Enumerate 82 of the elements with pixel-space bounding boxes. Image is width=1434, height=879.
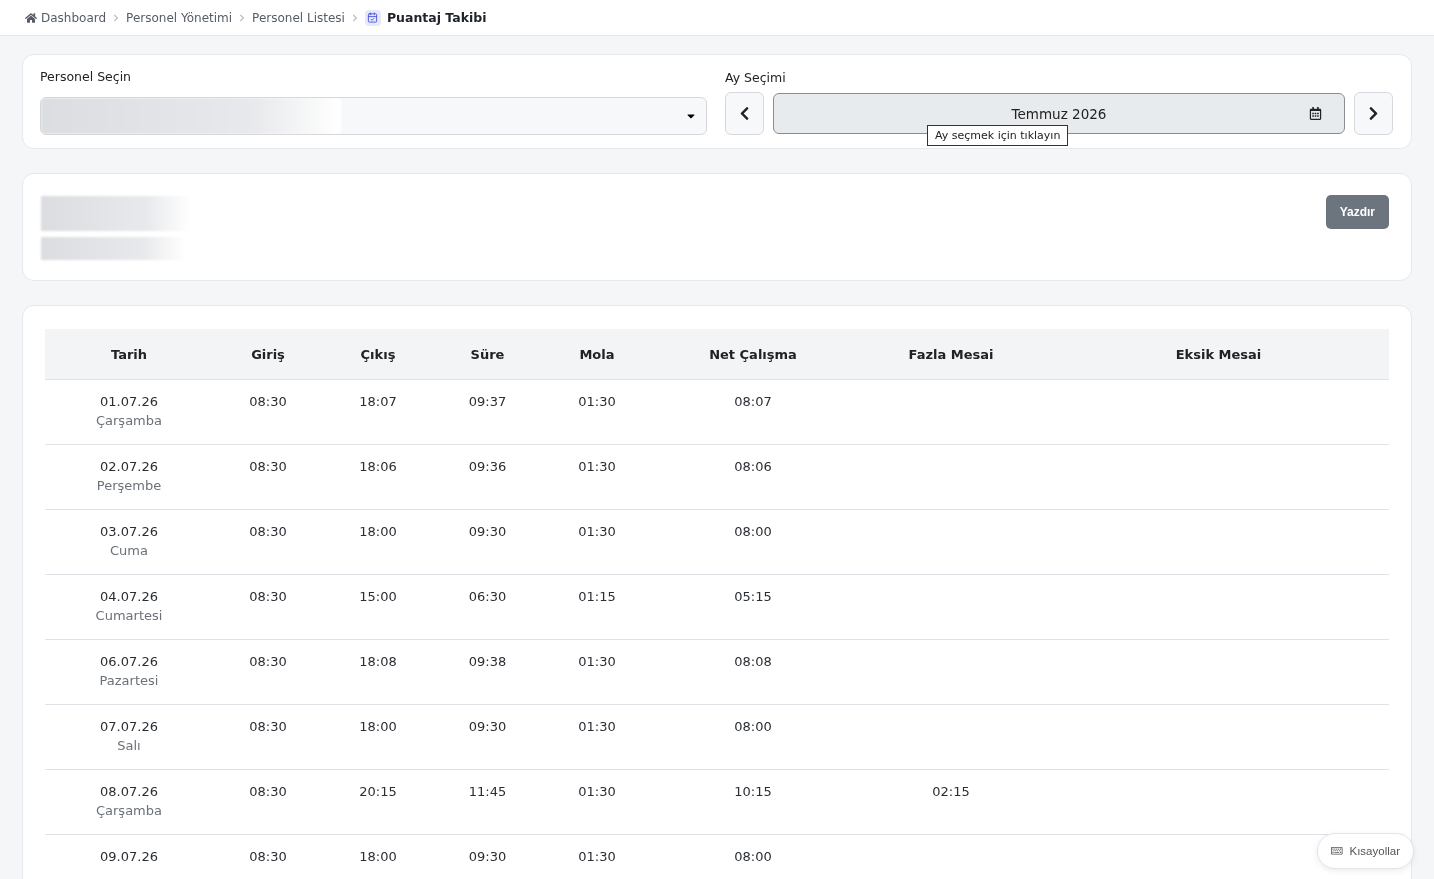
weekday-text: Pazartesi	[99, 673, 159, 688]
table-cell-text: 18:00	[358, 849, 398, 864]
table-cell-text: 08:30	[248, 589, 288, 604]
date-text: 06.07.26	[100, 654, 158, 669]
calendar-check-icon	[364, 9, 381, 26]
table-cell-text: 08:30	[248, 654, 288, 669]
table-cell-text: 09:37	[467, 394, 508, 409]
table-cell-text: 11:45	[467, 784, 508, 799]
table-cell-text: 09:30	[467, 849, 508, 864]
table-cell-text: 08:08	[733, 654, 773, 669]
table-cell-text: 09:30	[467, 524, 508, 539]
table-cell-text: 09:38	[467, 654, 508, 669]
column-header: Eksik Mesai	[1174, 346, 1263, 362]
table-cell-text: 08:00	[733, 719, 773, 734]
date-text: 07.07.26	[100, 719, 158, 734]
table-cell-text: 18:00	[358, 524, 398, 539]
breadcrumb-link[interactable]: Dashboard	[25, 10, 107, 25]
table-cell-text: 18:08	[358, 654, 398, 669]
table-cell-text: 18:00	[358, 719, 398, 734]
date-text: 02.07.26	[100, 459, 158, 474]
chevron-icon	[238, 13, 247, 22]
table-cell-text: 01:30	[577, 849, 617, 864]
table-cell-text: 02:15	[931, 784, 971, 799]
breadcrumb-link[interactable]: Personel Listesi	[252, 10, 345, 25]
keyboard-icon	[1331, 845, 1343, 857]
column-header: Fazla Mesai	[907, 346, 995, 362]
date-text: 01.07.26	[100, 394, 158, 409]
weekday-text: Cuma	[110, 543, 148, 558]
table-cell-text: 08:00	[733, 524, 773, 539]
field-label: Ay Seçimi	[725, 70, 787, 85]
table-cell-text: 08:30	[248, 719, 288, 734]
date-text: 03.07.26	[100, 524, 158, 539]
next-button[interactable]	[1354, 92, 1393, 135]
table-cell-text: 08:30	[248, 394, 288, 409]
breadcrumb-link[interactable]: Personel Yönetimi	[126, 10, 233, 25]
chevron-icon	[350, 13, 359, 22]
table-cell-text: 09:36	[467, 459, 508, 474]
table-cell-text: 01:30	[577, 394, 617, 409]
table-cell-text: 08:06	[733, 459, 773, 474]
table-cell-text: 18:07	[358, 394, 398, 409]
column-header: Giriş	[250, 346, 286, 362]
date-text: 04.07.26	[100, 589, 158, 604]
table-cell-text: 06:30	[467, 589, 508, 604]
column-header: Mola	[578, 346, 616, 362]
print-button[interactable]: Yazdır	[1325, 195, 1389, 229]
table-cell-text: 01:30	[577, 524, 617, 539]
weekday-text: Cumartesi	[95, 608, 163, 623]
chevron-icon	[112, 13, 121, 22]
table-cell-text: 05:15	[733, 589, 773, 604]
table-cell-text: 01:30	[577, 719, 617, 734]
table-cell-text: 09:30	[467, 719, 508, 734]
calendar-icon	[1309, 107, 1322, 120]
weekday-text: Perşembe	[96, 478, 162, 493]
table-cell-text: 10:15	[733, 784, 773, 799]
table-cell-text: 01:30	[577, 654, 617, 669]
date-text: 09.07.26	[100, 849, 158, 864]
weekday-text: Salı	[117, 738, 141, 753]
column-header: Tarih	[109, 346, 149, 362]
table-cell-text: 15:00	[358, 589, 398, 604]
tooltip: Ay seçmek için tıklayın	[927, 125, 1069, 146]
table-cell-text: 08:30	[248, 849, 288, 864]
home-icon	[25, 11, 37, 24]
field-label: Personel Seçin	[40, 69, 133, 84]
date-text: 08.07.26	[100, 784, 158, 799]
breadcrumb-current: Puantaj Takibi	[386, 10, 487, 25]
table-cell-text: 18:06	[358, 459, 398, 474]
table-cell-text: 08:30	[248, 524, 288, 539]
shortcuts-button[interactable]: Kısayollar	[1317, 833, 1414, 869]
table-cell-text: 01:15	[577, 589, 617, 604]
table-cell-text: 08:07	[733, 394, 773, 409]
previous-button[interactable]	[725, 92, 764, 135]
weekday-text: Çarşamba	[96, 803, 162, 818]
table-cell-text: 08:00	[733, 849, 773, 864]
table-cell-text: 01:30	[577, 784, 617, 799]
table-cell-text: 01:30	[577, 459, 617, 474]
table-cell-text: 08:30	[248, 459, 288, 474]
table-cell-text: 20:15	[358, 784, 398, 799]
weekday-text: Çarşamba	[96, 413, 162, 428]
table-cell-text: 08:30	[248, 784, 288, 799]
column-header: Net Çalışma	[708, 346, 798, 362]
column-header: Süre	[469, 346, 506, 362]
column-header: Çıkış	[359, 346, 397, 362]
